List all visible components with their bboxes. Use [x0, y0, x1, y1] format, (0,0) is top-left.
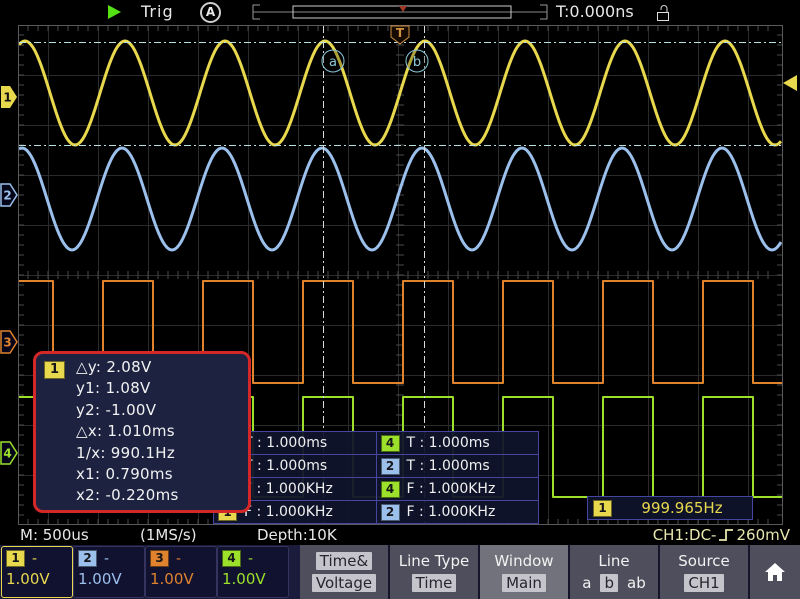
- status-bar: M: 500us (1MS/s) Depth:10K CH1:DC- 260mV: [0, 525, 800, 545]
- auto-trigger-icon: A: [200, 2, 221, 23]
- trigger-level-arrow[interactable]: [783, 75, 797, 91]
- measure-cell: 2 F : 1.000KHz: [376, 501, 539, 523]
- cursor-x2: x2: -0.220ms: [76, 485, 248, 506]
- memory-timeline[interactable]: [250, 2, 550, 22]
- timebase-readout: M: 500us: [20, 526, 89, 544]
- channel-badge: 2: [381, 458, 400, 475]
- run-play-icon[interactable]: [108, 5, 121, 19]
- menu-selected-value: Time: [412, 574, 457, 592]
- frequency-counter: 1 999.965Hz: [587, 496, 753, 520]
- trigger-level: 260mV: [736, 526, 790, 544]
- measure-cell: 2 T : 1.000ms: [376, 455, 539, 477]
- rising-edge-icon: [718, 527, 734, 543]
- menu-window-button[interactable]: Window Main: [480, 545, 570, 599]
- trigger-time-readout: T:0.000ns: [556, 2, 634, 21]
- bottom-bar: 1- 1.00V 2- 1.00V 3- 1.00V 4- 1.00V Time…: [0, 545, 800, 599]
- measure-value: F : 1.000KHz: [244, 504, 333, 520]
- volts-per-div: 1.00V: [218, 570, 288, 588]
- channel-3-marker-label: 3: [3, 336, 11, 350]
- volts-per-div: 1.00V: [146, 570, 216, 588]
- line-option-a[interactable]: a: [582, 574, 591, 592]
- volts-per-div: 1.00V: [74, 570, 144, 588]
- cursor-inverse-x: 1/x: 990.1Hz: [76, 443, 248, 464]
- measure-table: 3T : 1.000ms 4T : 1.000ms 1T : 1.000ms 2…: [213, 431, 539, 524]
- channel-badge: 4: [381, 435, 400, 452]
- frequency-value: 999.965Hz: [612, 499, 752, 517]
- trigger-settings-readout: CH1:DC- 260mV: [653, 526, 790, 544]
- coupling-indicator: -: [176, 551, 181, 567]
- unlock-icon[interactable]: [655, 3, 671, 22]
- cursor-y1: y1: 1.08V: [76, 378, 248, 399]
- trigger-position-label: T: [396, 26, 405, 40]
- menu-label: Line: [598, 552, 629, 570]
- cursor-x1: x1: 0.790ms: [76, 464, 248, 485]
- line-option-b[interactable]: b: [600, 574, 618, 592]
- channel-badge: 1: [593, 500, 612, 517]
- trig-status-label: Trig: [141, 2, 174, 21]
- menu-label: Source: [678, 552, 730, 570]
- home-button[interactable]: [750, 545, 800, 599]
- menu-label: Time&: [316, 552, 372, 570]
- measure-value: T : 1.000ms: [407, 435, 490, 451]
- channel-2-marker-label: 2: [3, 189, 11, 203]
- channel-4-marker-label: 4: [3, 447, 11, 461]
- channel-1-trace: [19, 41, 781, 145]
- cursor-a-handle-label: a: [329, 55, 337, 70]
- menu-time-voltage-button[interactable]: Time& Voltage: [300, 545, 390, 599]
- channel-box-2[interactable]: 2- 1.00V: [73, 546, 145, 598]
- menu-label: Voltage: [312, 574, 376, 592]
- table-row: 3F : 1.000KHz 4F : 1.000KHz: [214, 478, 538, 501]
- menu-bar: Time& Voltage Line Type Time Window Main…: [300, 545, 800, 599]
- coupling-indicator: -: [248, 551, 253, 567]
- cursor-measure-panel: 1 △y: 2.08V y1: 1.08V y2: -1.00V △x: 1.0…: [33, 351, 251, 513]
- coupling-indicator: -: [32, 551, 37, 567]
- volts-per-div: 1.00V: [2, 570, 72, 588]
- cursor-delta-x: △x: 1.010ms: [76, 421, 248, 442]
- table-row: 3T : 1.000ms 4T : 1.000ms: [214, 432, 538, 455]
- measure-cell: 4 F : 1.000KHz: [376, 478, 539, 500]
- sample-rate-readout: (1MS/s): [140, 526, 197, 544]
- timeline-trigger-position-icon[interactable]: [399, 6, 407, 12]
- channel-badge: 3: [150, 550, 169, 567]
- menu-source-button[interactable]: Source CH1: [660, 545, 750, 599]
- menu-label: Window: [494, 552, 553, 570]
- measure-cell: 4 T : 1.000ms: [376, 432, 539, 454]
- menu-selected-value: CH1: [684, 574, 723, 592]
- line-option-ab[interactable]: ab: [627, 574, 646, 592]
- measure-value: T : 1.000ms: [244, 435, 327, 451]
- channel-box-3[interactable]: 3- 1.00V: [145, 546, 217, 598]
- measure-value: T : 1.000ms: [407, 458, 490, 474]
- channel-1-marker-label: 1: [3, 91, 11, 105]
- coupling-indicator: -: [104, 551, 109, 567]
- channel-box-4[interactable]: 4- 1.00V: [217, 546, 289, 598]
- table-row: 1T : 1.000ms 2T : 1.000ms: [214, 455, 538, 478]
- menu-line-type-button[interactable]: Line Type Time: [390, 545, 480, 599]
- trigger-source: CH1:DC-: [653, 526, 717, 544]
- measure-value: T : 1.000ms: [244, 458, 327, 474]
- cursor-y2: y2: -1.00V: [76, 400, 248, 421]
- channel-box-1[interactable]: 1- 1.00V: [1, 546, 73, 598]
- menu-label: Line Type: [399, 552, 469, 570]
- channel-badge: 4: [222, 550, 241, 567]
- channel-badge: 2: [381, 504, 400, 521]
- measure-value: F : 1.000KHz: [244, 481, 333, 497]
- top-bar: Trig A T:0.000ns: [0, 0, 800, 25]
- cursor-panel-channel-badge: 1: [44, 361, 65, 379]
- menu-line-button[interactable]: Line a b ab: [570, 545, 660, 599]
- channel-badge: 4: [381, 481, 400, 498]
- cursor-delta-y: △y: 2.08V: [76, 357, 248, 378]
- oscilloscope-screen: Trig A T:0.000ns abT1234 1 △y: 2.08V y1:…: [0, 0, 800, 599]
- channel-badge: 2: [78, 550, 97, 567]
- table-row: 1F : 1.000KHz 2F : 1.000KHz: [214, 501, 538, 523]
- measure-value: F : 1.000KHz: [407, 481, 496, 497]
- cursor-b-handle-label: b: [413, 55, 421, 70]
- measure-value: F : 1.000KHz: [407, 504, 496, 520]
- channel-badge: 1: [6, 550, 25, 567]
- menu-selected-value: Main: [502, 574, 546, 592]
- home-icon: [762, 560, 788, 584]
- memory-depth-readout: Depth:10K: [257, 526, 337, 544]
